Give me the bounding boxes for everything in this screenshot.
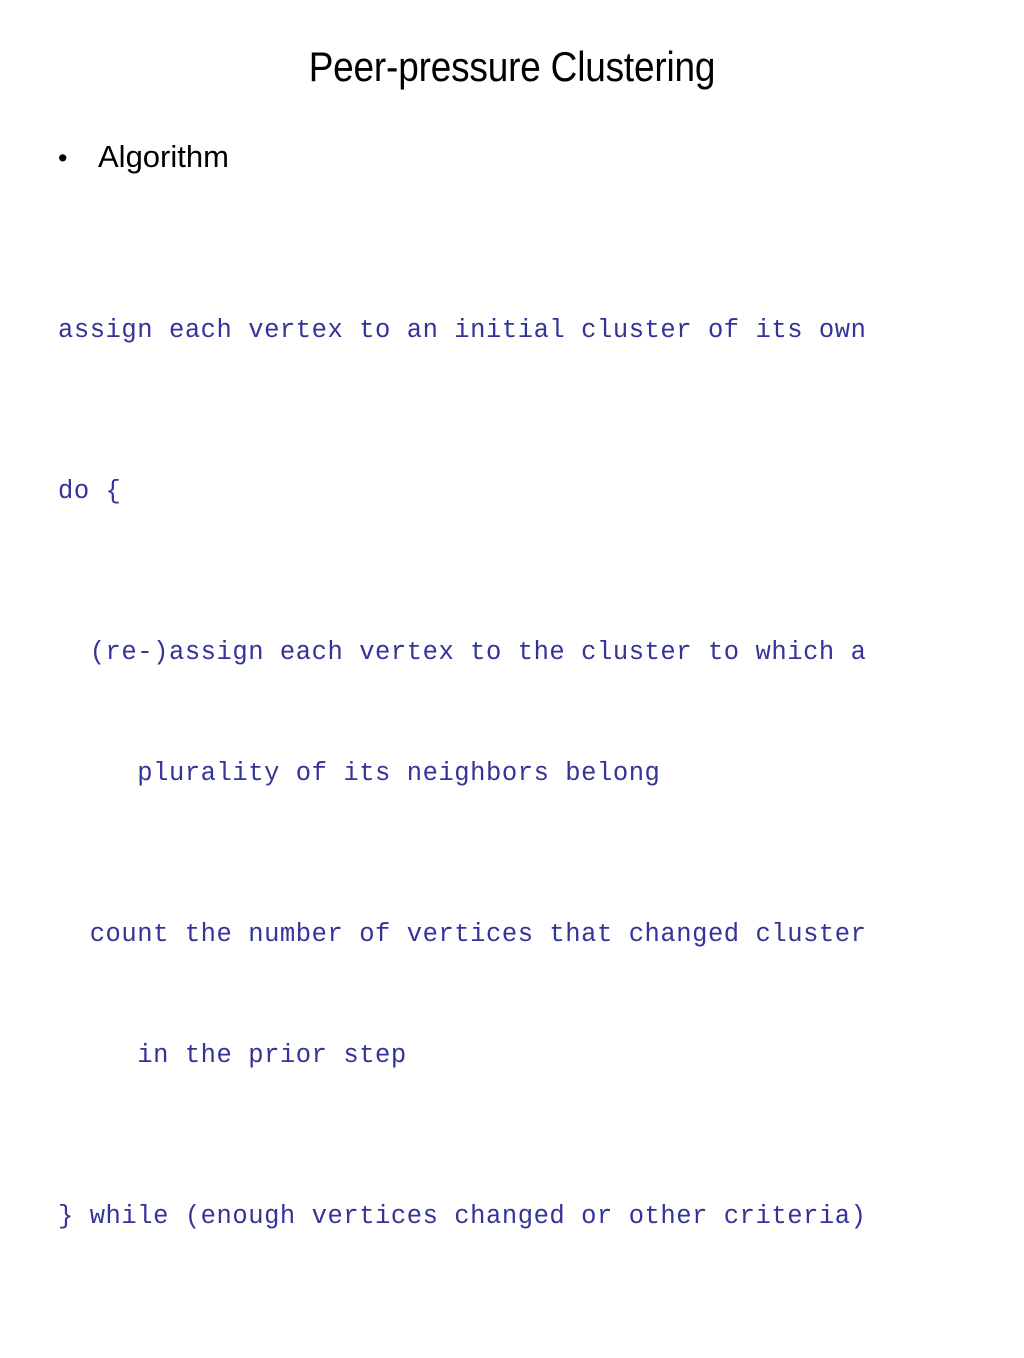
code-line: } while (enough vertices changed or othe…	[58, 1201, 867, 1231]
bullet-point-icon: •	[58, 143, 68, 173]
code-line-continuation: in the prior step	[58, 1040, 407, 1070]
presentation-slide: Peer-pressure Clustering • Algorithm ass…	[0, 0, 1024, 1231]
code-line-continuation: plurality of its neighbors belong	[58, 758, 661, 788]
bullet-item-algorithm: • Algorithm	[58, 138, 978, 176]
code-line: do {	[58, 476, 122, 506]
page-title: Peer-pressure Clustering	[308, 43, 716, 90]
code-line: count the number of vertices that change…	[58, 919, 867, 949]
algorithm-pseudocode-block: assign each vertex to an initial cluster…	[58, 190, 978, 1358]
bullet-item-label: Algorithm	[98, 139, 229, 174]
code-line: (re-)assign each vertex to the cluster t…	[58, 637, 867, 667]
slide-body: • Algorithm assign each vertex to an ini…	[58, 138, 978, 1358]
code-line: assign each vertex to an initial cluster…	[58, 315, 867, 345]
